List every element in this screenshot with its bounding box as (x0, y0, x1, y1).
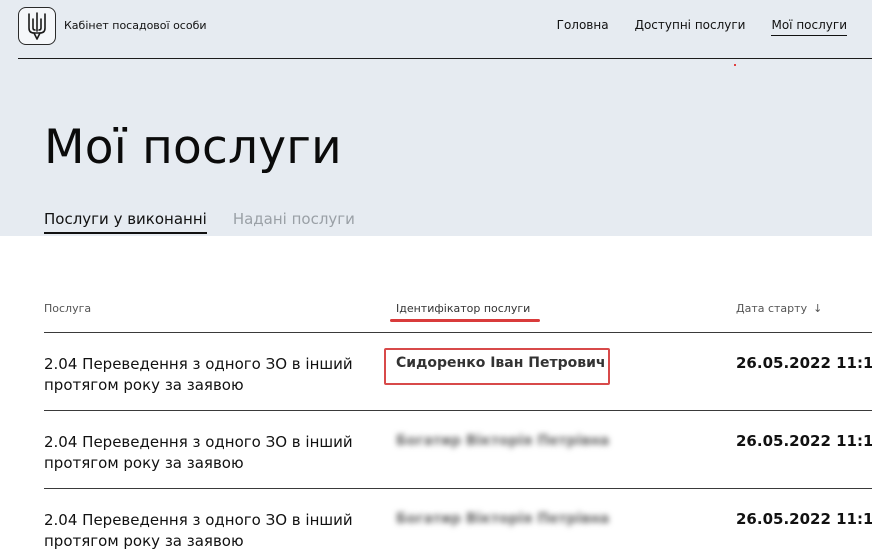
arrow-down-icon[interactable]: ↓ (813, 302, 822, 315)
table-row[interactable]: 2.04 Переведення з одного ЗО в інший про… (44, 332, 872, 410)
tab-provided[interactable]: Надані послуги (233, 210, 355, 234)
nav-link-home[interactable]: Головна (557, 18, 609, 36)
service-identifier: Богатир Вікторія Петрівна (396, 433, 610, 449)
nav-link-available-services[interactable]: Доступні послуги (635, 18, 746, 36)
site-header: Кабінет посадової особи Головна Доступні… (18, 0, 872, 59)
table-row[interactable]: 2.04 Переведення з одного ЗО в інший про… (44, 488, 872, 550)
service-tabs: Послуги у виконанні Надані послуги (44, 210, 355, 234)
nav-link-my-services[interactable]: Мої послуги (771, 18, 847, 36)
trident-icon[interactable] (18, 7, 56, 45)
service-identifier: Сидоренко Іван Петрович (396, 355, 606, 371)
main-nav: Головна Доступні послуги Мої послуги (557, 18, 847, 36)
annotation-underline (390, 319, 540, 322)
start-date: 26.05.2022 11:14 (736, 510, 872, 528)
service-name: 2.04 Переведення з одного ЗО в інший про… (44, 355, 353, 394)
column-header-service: Послуга (44, 302, 92, 315)
service-identifier: Богатир Вікторія Петрівна (396, 511, 610, 527)
table-row[interactable]: 2.04 Переведення з одного ЗО в інший про… (44, 410, 872, 488)
brand-title: Кабінет посадової особи (64, 19, 207, 32)
start-date: 26.05.2022 11:14 (736, 432, 872, 450)
service-name: 2.04 Переведення з одного ЗО в інший про… (44, 511, 353, 550)
stray-mark (734, 64, 736, 66)
tab-in-progress[interactable]: Послуги у виконанні (44, 210, 207, 234)
service-name: 2.04 Переведення з одного ЗО в інший про… (44, 433, 353, 472)
page-title: Мої послуги (44, 120, 342, 175)
column-header-start-date[interactable]: Дата старту ↓ (736, 302, 822, 315)
start-date: 26.05.2022 11:14 (736, 354, 872, 372)
column-header-start-date-label: Дата старту (736, 302, 808, 315)
column-header-identifier: Ідентифікатор послуги (396, 302, 531, 315)
